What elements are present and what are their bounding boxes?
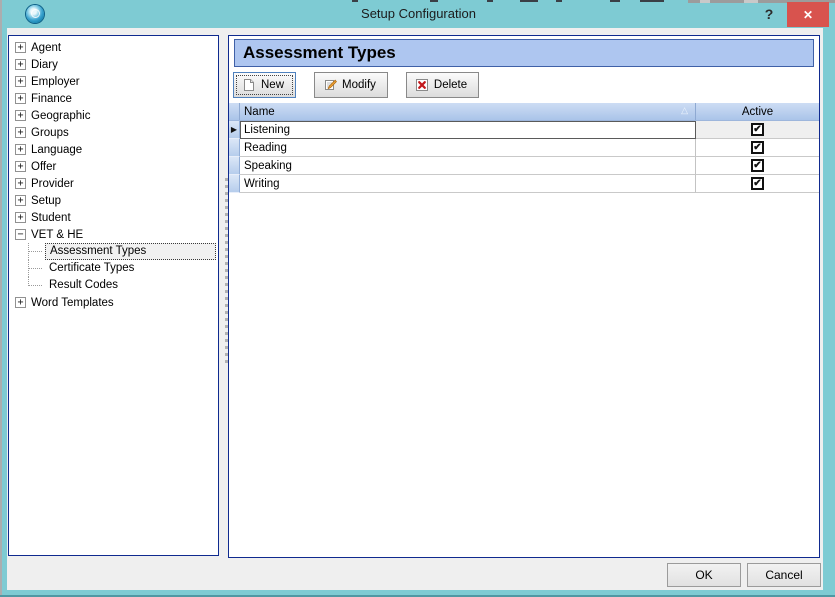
cancel-button[interactable]: Cancel (747, 563, 821, 587)
toolbar: New Modify (233, 72, 479, 99)
new-button[interactable]: New (233, 72, 296, 98)
tree-item-geographic[interactable]: + Geographic (9, 107, 218, 124)
new-document-icon (242, 78, 256, 92)
ok-button[interactable]: OK (667, 563, 741, 587)
tree-item-label: Finance (31, 93, 72, 105)
row-indicator (229, 175, 240, 193)
tree-item-language[interactable]: + Language (9, 141, 218, 158)
active-checkbox[interactable]: ✔ (751, 123, 764, 136)
tree-item-employer[interactable]: + Employer (9, 73, 218, 90)
tree-item-label: Certificate Types (45, 261, 138, 276)
edit-pencil-icon (323, 78, 337, 92)
expand-icon[interactable]: + (15, 297, 26, 308)
column-header-active[interactable]: Active (696, 103, 819, 120)
window-title: Setup Configuration (2, 6, 835, 21)
name-cell[interactable]: Writing (240, 175, 696, 193)
close-button[interactable]: ✕ (787, 2, 829, 27)
dialog-body: + Agent + Diary + Employer + Finance + Geographic… (7, 28, 823, 590)
grid-body: ▶Listening ✔ Reading ✔ Speaking ✔ Writing ✔ (229, 121, 819, 193)
current-row-arrow-icon: ▶ (231, 126, 237, 134)
tree-item-certificate-types[interactable]: Certificate Types (9, 260, 218, 277)
delete-button[interactable]: Delete (406, 72, 479, 98)
close-icon: ✕ (803, 8, 813, 22)
modify-button[interactable]: Modify (314, 72, 388, 98)
grid-header-row: Name △ Active (229, 103, 819, 121)
expand-icon[interactable]: + (15, 161, 26, 172)
tree-item-diary[interactable]: + Diary (9, 56, 218, 73)
name-cell[interactable]: Listening (240, 121, 696, 139)
tree-item-label: Setup (31, 195, 61, 207)
column-header-active-label: Active (742, 106, 773, 118)
expand-icon[interactable]: + (15, 93, 26, 104)
expand-icon[interactable]: + (15, 42, 26, 53)
delete-x-icon (415, 78, 429, 92)
tree-item-label: Word Templates (31, 297, 114, 309)
tree-item-result-codes[interactable]: Result Codes (9, 277, 218, 294)
page-title: Assessment Types (234, 39, 814, 67)
active-checkbox[interactable]: ✔ (751, 159, 764, 172)
expand-icon[interactable]: + (15, 127, 26, 138)
active-cell: ✔ (696, 121, 819, 139)
modify-button-label: Modify (342, 79, 376, 91)
tree-item-label: Result Codes (45, 278, 122, 293)
sort-ascending-icon: △ (681, 105, 688, 116)
active-checkbox[interactable]: ✔ (751, 177, 764, 190)
setup-configuration-window: Setup Configuration ? ✕ + Agent + Diary + Emp… (0, 0, 835, 597)
tree-item-label: Employer (31, 76, 80, 88)
name-cell[interactable]: Reading (240, 139, 696, 157)
table-row-listening[interactable]: ▶Listening ✔ (229, 121, 819, 139)
expand-icon[interactable]: + (15, 144, 26, 155)
table-row-speaking[interactable]: Speaking ✔ (229, 157, 819, 175)
active-cell: ✔ (696, 175, 819, 193)
table-row-writing[interactable]: Writing ✔ (229, 175, 819, 193)
column-header-name-label: Name (244, 106, 275, 118)
tree-item-label: Groups (31, 127, 69, 139)
tree-item-word-templates[interactable]: + Word Templates (9, 294, 218, 311)
tree-item-label: Agent (31, 42, 61, 54)
settings-tree: + Agent + Diary + Employer + Finance + Geographic… (8, 35, 219, 556)
tree-item-offer[interactable]: + Offer (9, 158, 218, 175)
tree-item-agent[interactable]: + Agent (9, 39, 218, 56)
main-panel: Assessment Types New (228, 35, 820, 558)
expand-icon[interactable]: + (15, 76, 26, 87)
column-header-name[interactable]: Name △ (240, 103, 696, 120)
tree-item-provider[interactable]: + Provider (9, 175, 218, 192)
table-row-reading[interactable]: Reading ✔ (229, 139, 819, 157)
tree-item-groups[interactable]: + Groups (9, 124, 218, 141)
tree-item-label: Geographic (31, 110, 90, 122)
tree-item-label: VET & HE (31, 229, 83, 241)
tree-item-label: Diary (31, 59, 58, 71)
expand-icon[interactable]: + (15, 59, 26, 70)
grid-header-indicator (229, 103, 240, 120)
tree-item-finance[interactable]: + Finance (9, 90, 218, 107)
tree-item-label: Student (31, 212, 71, 224)
assessment-types-grid: Name △ Active ▶Listening✔Reading✔Speakin… (229, 103, 819, 193)
expand-icon[interactable]: + (15, 212, 26, 223)
name-cell[interactable]: Speaking (240, 157, 696, 175)
expand-icon[interactable]: + (15, 178, 26, 189)
tree-item-vet-he[interactable]: −VET & HE (9, 226, 218, 243)
active-cell: ✔ (696, 157, 819, 175)
row-indicator (229, 157, 240, 175)
titlebar[interactable]: Setup Configuration ? ✕ (2, 2, 835, 28)
tree-item-setup[interactable]: + Setup (9, 192, 218, 209)
tree-item-assessment-types[interactable]: Assessment Types (9, 243, 218, 260)
tree-item-label: Offer (31, 161, 56, 173)
collapse-icon[interactable]: − (15, 229, 26, 240)
row-indicator: ▶ (229, 121, 240, 139)
active-checkbox[interactable]: ✔ (751, 141, 764, 154)
active-cell: ✔ (696, 139, 819, 157)
row-indicator (229, 139, 240, 157)
new-button-label: New (261, 79, 284, 91)
tree-item-label: Assessment Types (45, 243, 216, 260)
expand-icon[interactable]: + (15, 110, 26, 121)
delete-button-label: Delete (434, 79, 467, 91)
tree-item-label: Language (31, 144, 82, 156)
expand-icon[interactable]: + (15, 195, 26, 206)
tree-item-label: Provider (31, 178, 74, 190)
help-button[interactable]: ? (759, 4, 779, 24)
tree-item-student[interactable]: + Student (9, 209, 218, 226)
